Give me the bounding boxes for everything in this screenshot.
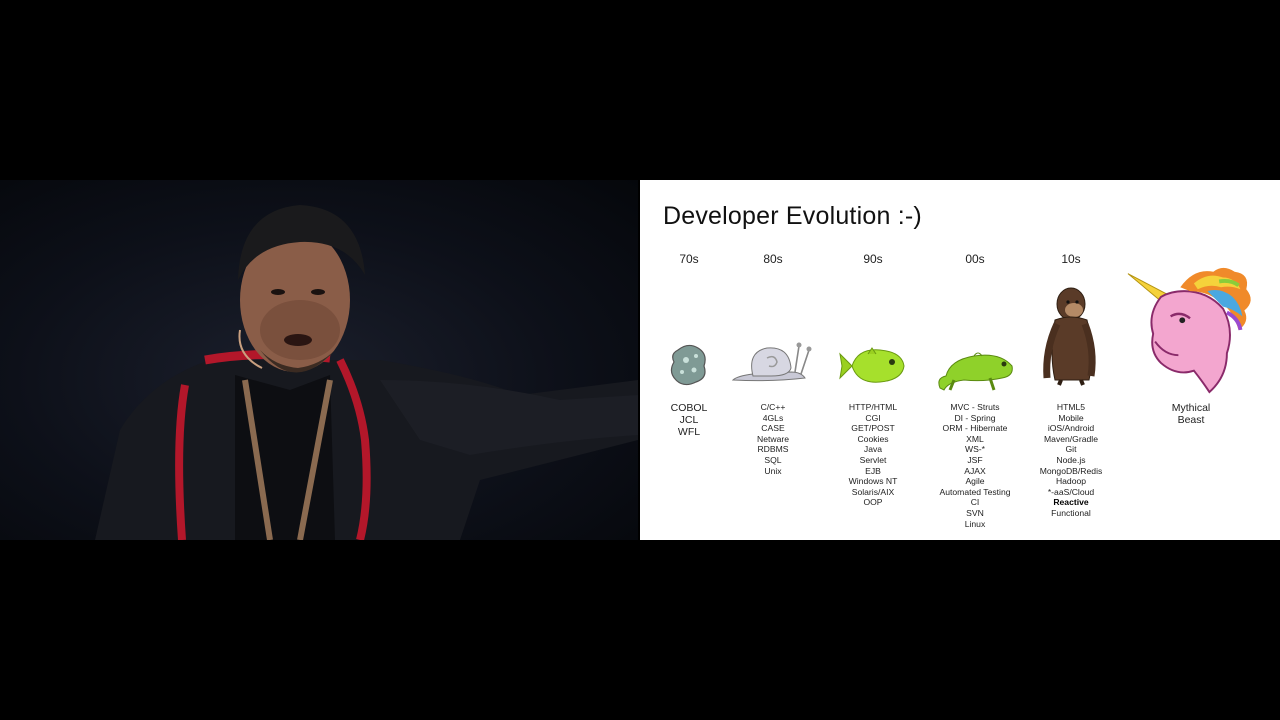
tech-item: Maven/Gradle [1044,433,1098,444]
tech-item: SQL [764,454,782,465]
speaker-figure [95,205,638,540]
tech-item: SVN [966,507,984,518]
decade-label: 80s [763,252,783,266]
tech-item: Git [1065,444,1077,455]
tech-item: Node.js [1056,454,1086,465]
tech-item: iOS/Android [1047,423,1095,434]
tech-item: C/C++ [760,402,786,412]
speaker-video [0,180,638,540]
tech-list-10s: HTML5 Mobile iOS/Android Maven/Gradle Gi… [1016,402,1126,519]
tech-list-00s: MVC - Struts DI - Spring ORM - Hibernate… [920,402,1030,529]
tech-item: HTML5 [1056,402,1086,412]
tech-item: Beast [1177,414,1205,426]
tech-item: HTTP/HTML [848,402,898,412]
tech-item: 4GLs [762,412,784,423]
decade-label: 90s [863,252,883,266]
tech-list-80s: C/C++ 4GLs CASE Netware RDBMS SQL Unix [718,402,828,476]
tech-item: Mythical [1171,402,1211,414]
tech-item: Servlet [859,454,887,465]
decade-label: 00s [965,252,985,266]
tech-item: XML [966,433,984,444]
era-column-90s: 90s HTTP/HTML CGI GET/POST Cookies Java … [818,180,928,540]
tech-item: *-aaS/Cloud [1047,486,1095,497]
lizard-icon [920,342,1030,394]
era-column-00s: 00s MVC - Struts DI - Spring ORM - Hiber… [920,180,1030,540]
tech-item: Functional [1051,507,1091,518]
tech-item: Mobile [1058,412,1084,423]
era-column-80s: 80s C/C++ 4GLs CASE Netware RDBMS SQL Un… [718,180,828,540]
tech-item: AJAX [964,465,986,476]
tech-item: MongoDB/Redis [1039,465,1103,476]
fish-icon [818,344,928,386]
tech-item: CGI [865,412,881,423]
tech-item: Agile [965,476,985,487]
tech-item: WS-* [964,444,986,455]
tech-item: Automated Testing [939,486,1011,497]
snail-icon [718,338,828,384]
era-column-10s: 10s HTML5 Mobile iOS/Android Maven/Gradl… [1016,180,1126,540]
tech-item-highlighted: Reactive [1053,497,1089,508]
tech-item: Java [863,444,883,455]
tech-item: DI - Spring [954,412,996,423]
tech-item: Windows NT [848,476,898,487]
tech-item: EJB [865,465,881,476]
tech-item: MVC - Struts [950,402,1000,412]
tech-item: CI [970,497,980,508]
era-column-mythical: Mythical Beast [1126,180,1256,540]
tech-item: ORM - Hibernate [942,423,1008,434]
tech-list-mythical: Mythical Beast [1126,402,1256,426]
presentation-slide: Developer Evolution :-) 70s COBOL JCL WF… [640,180,1280,540]
ape-icon [1016,284,1126,386]
tech-item: RDBMS [757,444,789,455]
decade-label: 10s [1061,252,1081,266]
tech-item: Unix [764,465,782,476]
tech-item: CASE [761,423,785,434]
tech-item: Solaris/AIX [851,486,895,497]
tech-list-90s: HTTP/HTML CGI GET/POST Cookies Java Serv… [818,402,928,508]
tech-item: Linux [964,518,986,529]
tech-item: Hadoop [1055,476,1087,487]
tech-item: OOP [863,497,883,508]
tech-item: GET/POST [851,423,895,434]
tech-item: Cookies [857,433,889,444]
tech-item: JSF [967,454,983,465]
tech-item: Netware [757,433,789,444]
unicorn-icon [1126,260,1256,396]
